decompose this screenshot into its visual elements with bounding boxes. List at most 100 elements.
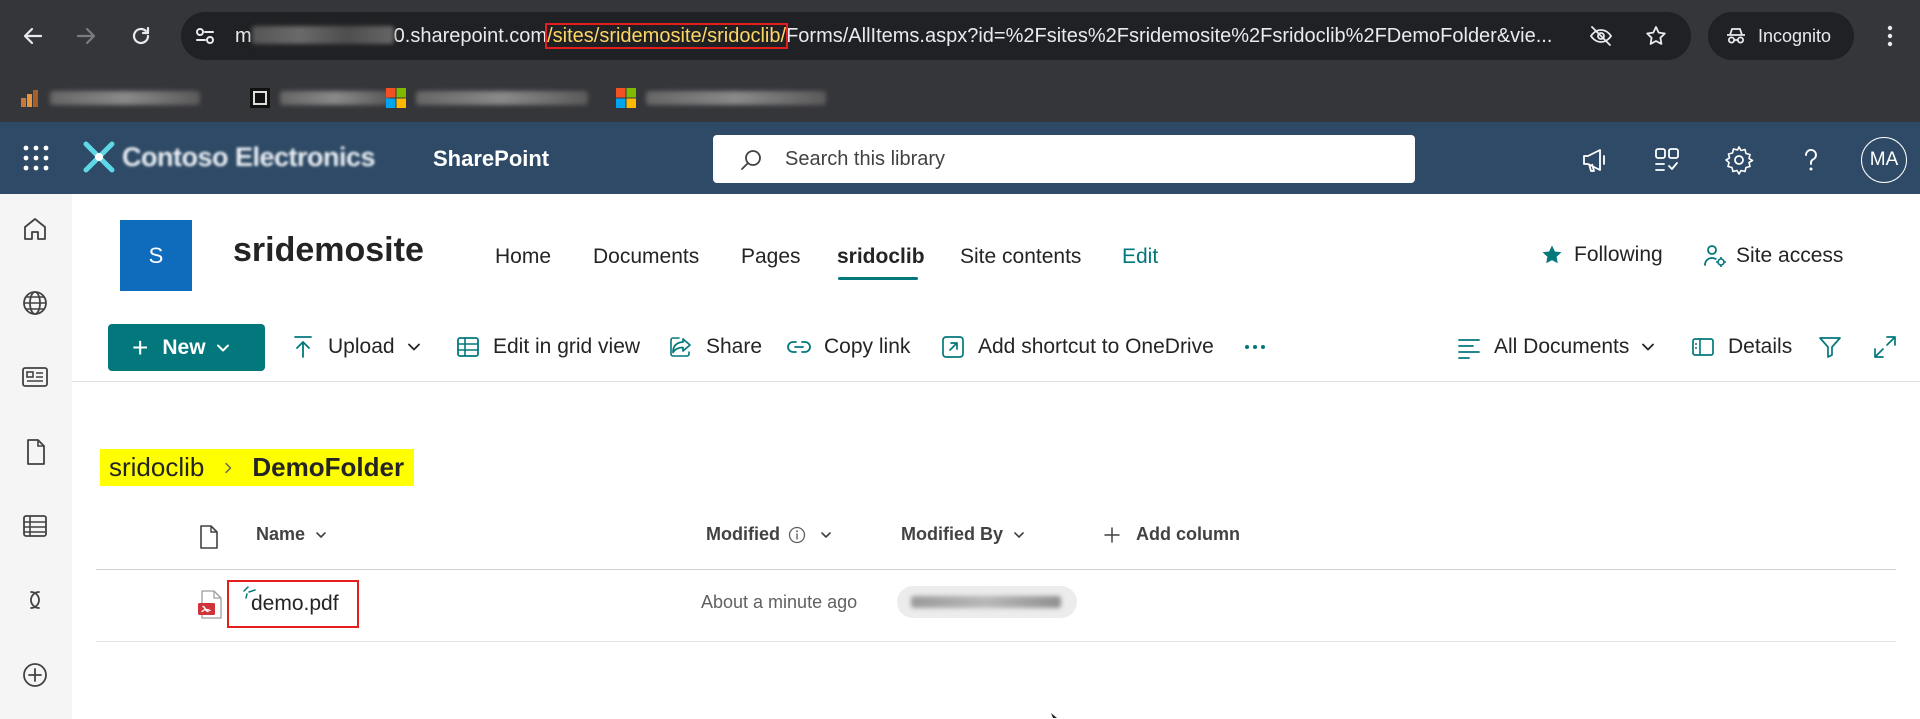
mouse-cursor-icon	[1051, 713, 1057, 718]
add-column-button[interactable]: Add column	[1104, 524, 1240, 545]
lists-nav-button[interactable]	[20, 511, 50, 541]
files-nav-button[interactable]	[20, 437, 50, 467]
details-pane-button[interactable]: Details	[1690, 334, 1792, 360]
news-icon	[22, 367, 48, 387]
url-highlighted-path: /sites/sridemosite/sridoclib/	[545, 23, 789, 49]
name-column-header[interactable]: Name	[256, 524, 327, 545]
view-switcher-button[interactable]: All Documents	[1456, 334, 1655, 360]
shortcut-icon	[942, 336, 964, 358]
modified-by-column-header[interactable]: Modified By	[901, 524, 1025, 545]
eye-off-icon[interactable]	[1589, 24, 1613, 48]
create-nav-button[interactable]	[20, 660, 50, 690]
modified-by-persona[interactable]	[897, 586, 1077, 618]
address-bar[interactable]: m 0.sharepoint.com/sites/sridemosite/srid…	[181, 12, 1691, 60]
news-nav-button[interactable]	[20, 362, 50, 392]
loop-nav-button[interactable]	[20, 585, 50, 615]
app-title[interactable]: SharePoint	[433, 146, 549, 172]
feedback-button[interactable]	[1579, 144, 1611, 176]
star-outline-icon[interactable]	[1644, 24, 1668, 48]
url-text[interactable]: m 0.sharepoint.com/sites/sridemosite/srid…	[235, 23, 1552, 49]
forward-button[interactable]	[72, 22, 100, 50]
document-icon	[27, 439, 45, 465]
more-vertical-icon	[1887, 25, 1893, 47]
home-nav-button[interactable]	[20, 214, 50, 244]
share-icon	[670, 337, 691, 357]
view-list-icon	[1458, 339, 1480, 359]
chevron-down-icon	[407, 343, 420, 351]
upload-button[interactable]: Upload	[290, 334, 421, 360]
nav-link-site-contents[interactable]: Site contents	[960, 245, 1081, 269]
my-day-button[interactable]	[1651, 144, 1683, 176]
contoso-logo-icon	[83, 141, 115, 173]
bookmark-4[interactable]	[614, 86, 826, 110]
help-button[interactable]	[1795, 144, 1827, 176]
expand-button[interactable]	[1872, 334, 1898, 360]
site-title[interactable]: sridemosite	[233, 231, 424, 270]
bookmark-2[interactable]	[248, 86, 390, 110]
bookmark-3[interactable]	[384, 86, 588, 110]
incognito-icon	[1727, 28, 1745, 44]
share-label: Share	[706, 335, 763, 358]
plus-icon	[1104, 526, 1120, 543]
list-icon	[23, 515, 47, 537]
nav-link-pages[interactable]: Pages	[741, 245, 801, 269]
account-avatar[interactable]: MA	[1861, 137, 1907, 183]
modified-column-header[interactable]: Modified	[706, 524, 832, 545]
bookmark-1[interactable]	[18, 86, 200, 110]
search-icon	[741, 150, 761, 170]
following-label: Following	[1574, 243, 1663, 266]
site-info-icon[interactable]	[193, 24, 217, 48]
org-logo[interactable]: Contoso Electronics	[82, 140, 376, 174]
chevron-down-icon	[1014, 531, 1024, 538]
plus-icon: +	[132, 331, 149, 363]
activity-icon	[1655, 148, 1679, 171]
more-commands-button[interactable]	[1242, 334, 1268, 360]
gear-icon	[1725, 146, 1754, 175]
add-shortcut-button[interactable]: Add shortcut to OneDrive	[940, 334, 1214, 360]
info-icon[interactable]	[788, 526, 806, 544]
edit-in-grid-view-label: Edit in grid view	[493, 335, 641, 358]
incognito-label: Incognito	[1758, 25, 1832, 46]
breadcrumb-library[interactable]: sridoclib	[109, 452, 204, 483]
app-launcher-button[interactable]	[22, 144, 50, 172]
globe-icon	[23, 291, 47, 315]
search-box[interactable]: Search this library	[713, 135, 1415, 183]
reload-button[interactable]	[127, 22, 155, 50]
sites-nav-button[interactable]	[20, 288, 50, 318]
nav-link-sridoclib[interactable]: sridoclib	[837, 245, 925, 269]
chevron-right-icon	[225, 462, 232, 473]
filter-button[interactable]	[1817, 334, 1843, 360]
site-access-button[interactable]: Site access	[1702, 243, 1843, 269]
edit-in-grid-view-button[interactable]: Edit in grid view	[455, 334, 640, 360]
file-type-icon	[200, 525, 218, 549]
link-icon	[787, 341, 811, 353]
incognito-indicator[interactable]: Incognito	[1708, 12, 1854, 60]
arrow-left-icon	[23, 27, 43, 45]
share-button[interactable]: Share	[668, 334, 762, 360]
modified-value: About a minute ago	[701, 592, 858, 612]
nav-edit-link[interactable]: Edit	[1122, 245, 1158, 269]
more-horizontal-icon	[1245, 345, 1265, 349]
nav-link-documents[interactable]: Documents	[593, 245, 699, 269]
file-name-link[interactable]: demo.pdf	[251, 592, 339, 616]
chevron-down-icon	[1642, 343, 1655, 351]
site-logo[interactable]: S	[120, 220, 192, 291]
copy-link-label: Copy link	[824, 335, 911, 358]
following-button[interactable]: Following	[1540, 243, 1663, 267]
home-icon	[24, 218, 46, 240]
question-mark-icon	[1805, 149, 1817, 171]
filter-icon	[1819, 337, 1841, 358]
new-label: New	[162, 335, 206, 359]
nav-link-home[interactable]: Home	[495, 245, 551, 269]
arrow-right-icon	[76, 27, 96, 45]
star-filled-icon	[1542, 245, 1562, 264]
modified-by-column-label: Modified By	[901, 524, 1003, 544]
settings-button[interactable]	[1723, 144, 1755, 176]
upload-icon	[294, 336, 312, 358]
new-button[interactable]: + New	[108, 324, 265, 371]
browser-menu-button[interactable]	[1876, 22, 1904, 50]
copy-link-button[interactable]: Copy link	[786, 334, 910, 360]
pdf-file-icon	[198, 590, 222, 619]
file-type-column-header[interactable]	[198, 524, 220, 550]
back-button[interactable]	[19, 22, 47, 50]
